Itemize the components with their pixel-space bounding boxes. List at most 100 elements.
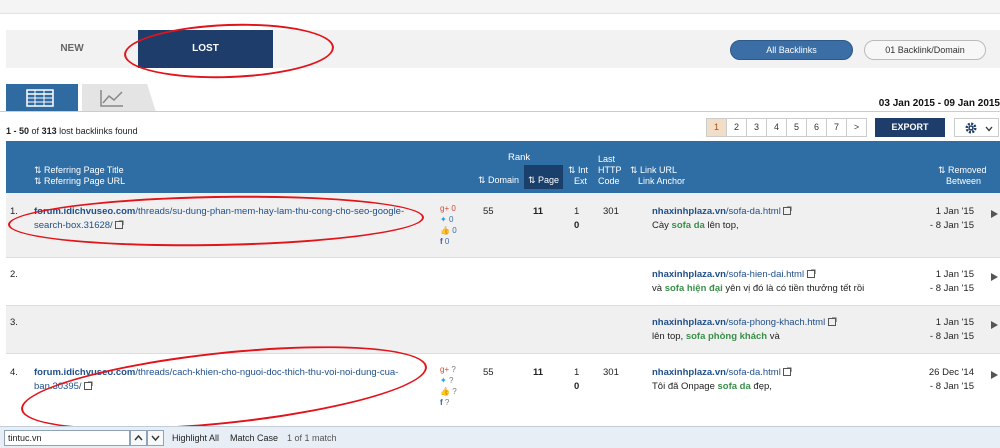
table-row: 4. forum.idichvuseo.com/threads/cach-khi… [6, 353, 1000, 426]
link-anchor: và sofa hiện đại yên vị đó là có tiền th… [652, 282, 864, 296]
link-anchor: lên top, sofa phòng khách và [652, 330, 780, 344]
facebook-icon: f [440, 398, 443, 407]
row-checkbox[interactable] [990, 272, 998, 281]
external-link-icon[interactable] [827, 317, 837, 326]
like-count: ? [452, 387, 457, 396]
referring-page-link[interactable]: forum.idichvuseo.com/threads/cach-khien-… [34, 366, 424, 396]
gear-icon [965, 122, 977, 134]
col-ref-url-label: Referring Page URL [44, 176, 126, 186]
twitter-count: 0 [448, 215, 454, 224]
domain-rank: 55 [483, 206, 494, 217]
settings-dropdown[interactable] [954, 118, 999, 137]
row-checkbox[interactable] [990, 209, 998, 218]
next-page-button[interactable]: > [846, 118, 867, 137]
col-ref-title-label: Referring Page Title [44, 165, 124, 175]
table-row: 2. nhaxinhplaza.vn/sofa-hien-dai.html và… [6, 257, 1000, 305]
link-path: /sofa-phong-khach.html [725, 317, 826, 328]
match-case-toggle[interactable]: Match Case [230, 433, 278, 443]
export-button[interactable]: EXPORT [875, 118, 945, 137]
facebook-count: ? [444, 398, 450, 407]
link-url[interactable]: nhaxinhplaza.vn/sofa-phong-khach.html [652, 316, 837, 330]
link-host: nhaxinhplaza.vn [652, 269, 726, 280]
removed-to: - 8 Jan '15 [929, 220, 974, 231]
facebook-count: 0 [444, 237, 450, 246]
anchor-keyword: sofa phòng khách [685, 331, 768, 342]
link-url[interactable]: nhaxinhplaza.vn/sofa-da.html [652, 205, 792, 219]
ext-links: 0 [574, 220, 580, 231]
external-link-icon[interactable] [783, 206, 792, 215]
page-button[interactable]: 6 [806, 118, 827, 137]
highlight-all-toggle[interactable]: Highlight All [172, 433, 219, 443]
page-button[interactable]: 1 [706, 118, 727, 137]
link-url[interactable]: nhaxinhplaza.vn/sofa-da.html [652, 366, 792, 380]
page-button[interactable]: 2 [726, 118, 747, 137]
like-icon: 👍 [440, 387, 450, 396]
link-anchor: Cày sofa da lên top, [652, 219, 739, 233]
http-code: 301 [603, 206, 619, 217]
find-previous-button[interactable] [130, 430, 147, 446]
find-next-button[interactable] [147, 430, 164, 446]
external-link-icon[interactable] [84, 381, 93, 390]
anchor-pre: Tôi đã Onpage [652, 381, 718, 392]
removed-from: 1 Jan '15 [935, 269, 974, 280]
row-checkbox[interactable] [990, 370, 998, 379]
col-int[interactable]: ⇅ Int [568, 165, 588, 176]
tab-new[interactable]: NEW [6, 30, 138, 68]
gplus-count: ? [451, 365, 456, 374]
col-page[interactable]: ⇅ Page [524, 165, 563, 189]
referring-page-link[interactable]: forum.idichvuseo.com/threads/su-dung-pha… [34, 205, 414, 235]
external-link-icon[interactable] [115, 220, 124, 229]
int-links: 1 [574, 367, 580, 378]
external-link-icon[interactable] [806, 269, 816, 278]
link-path: /sofa-hien-dai.html [725, 269, 805, 280]
divider [0, 111, 1000, 112]
col-ref-title[interactable]: ⇅ Referring Page Title [34, 165, 124, 176]
chevron-down-icon [151, 435, 160, 442]
link-url[interactable]: nhaxinhplaza.vn/sofa-hien-dai.html [652, 268, 816, 282]
page-button[interactable]: 4 [766, 118, 787, 137]
link-anchor: Tôi đã Onpage sofa da đẹp, [652, 380, 772, 394]
col-http-http: HTTP [598, 165, 622, 175]
tab-lost[interactable]: LOST [138, 30, 273, 68]
col-link-anchor: Link Anchor [638, 176, 686, 186]
page-button[interactable]: 7 [826, 118, 847, 137]
col-ref-url[interactable]: ⇅ Referring Page URL [34, 176, 125, 187]
find-input[interactable]: tintuc.vn [4, 430, 130, 446]
one-backlink-per-domain-button[interactable]: 01 Backlink/Domain [864, 40, 986, 60]
col-removed[interactable]: ⇅ Removed [938, 165, 987, 176]
facebook-icon: f [440, 237, 443, 246]
row-checkbox[interactable] [990, 320, 998, 329]
gplus-icon: g+ [440, 204, 450, 213]
page-rank: 11 [533, 206, 544, 217]
external-link-icon[interactable] [783, 367, 792, 376]
removed-from: 1 Jan '15 [935, 317, 974, 328]
gplus-icon: g+ [440, 365, 450, 374]
link-host: nhaxinhplaza.vn [652, 317, 726, 328]
tab-table-view[interactable] [6, 84, 78, 112]
page-button[interactable]: 3 [746, 118, 767, 137]
pagination: 1 2 3 4 5 6 7 > [706, 118, 867, 137]
col-domain[interactable]: ⇅ Domain [478, 175, 519, 186]
col-rank: Rank [508, 152, 531, 163]
col-link-url[interactable]: ⇅ Link URL [630, 165, 677, 176]
chevron-down-icon [985, 126, 993, 132]
page-button[interactable]: 5 [786, 118, 807, 137]
result-count: 1 - 50 of 313 lost backlinks found [6, 126, 138, 136]
anchor-post: đẹp, [750, 381, 772, 392]
anchor-pre: lên top, [652, 331, 686, 342]
anchor-keyword: sofa da [671, 220, 705, 231]
col-domain-label: Domain [488, 175, 520, 185]
col-page-label: Page [538, 175, 560, 185]
col-http-last[interactable]: Last [598, 154, 615, 165]
top-strip [0, 0, 1000, 14]
ref-host: forum.idichvuseo.com [34, 206, 136, 217]
row-number: 4. [10, 367, 18, 378]
like-count: 0 [452, 226, 457, 235]
removed-from: 1 Jan '15 [935, 206, 974, 217]
all-backlinks-button[interactable]: All Backlinks [730, 40, 853, 60]
removed-from: 26 Dec '14 [928, 367, 974, 378]
tab-chart-view[interactable] [82, 84, 156, 112]
col-ext: Ext [574, 176, 588, 186]
result-total: 313 [41, 126, 57, 136]
anchor-post: và [767, 331, 780, 342]
